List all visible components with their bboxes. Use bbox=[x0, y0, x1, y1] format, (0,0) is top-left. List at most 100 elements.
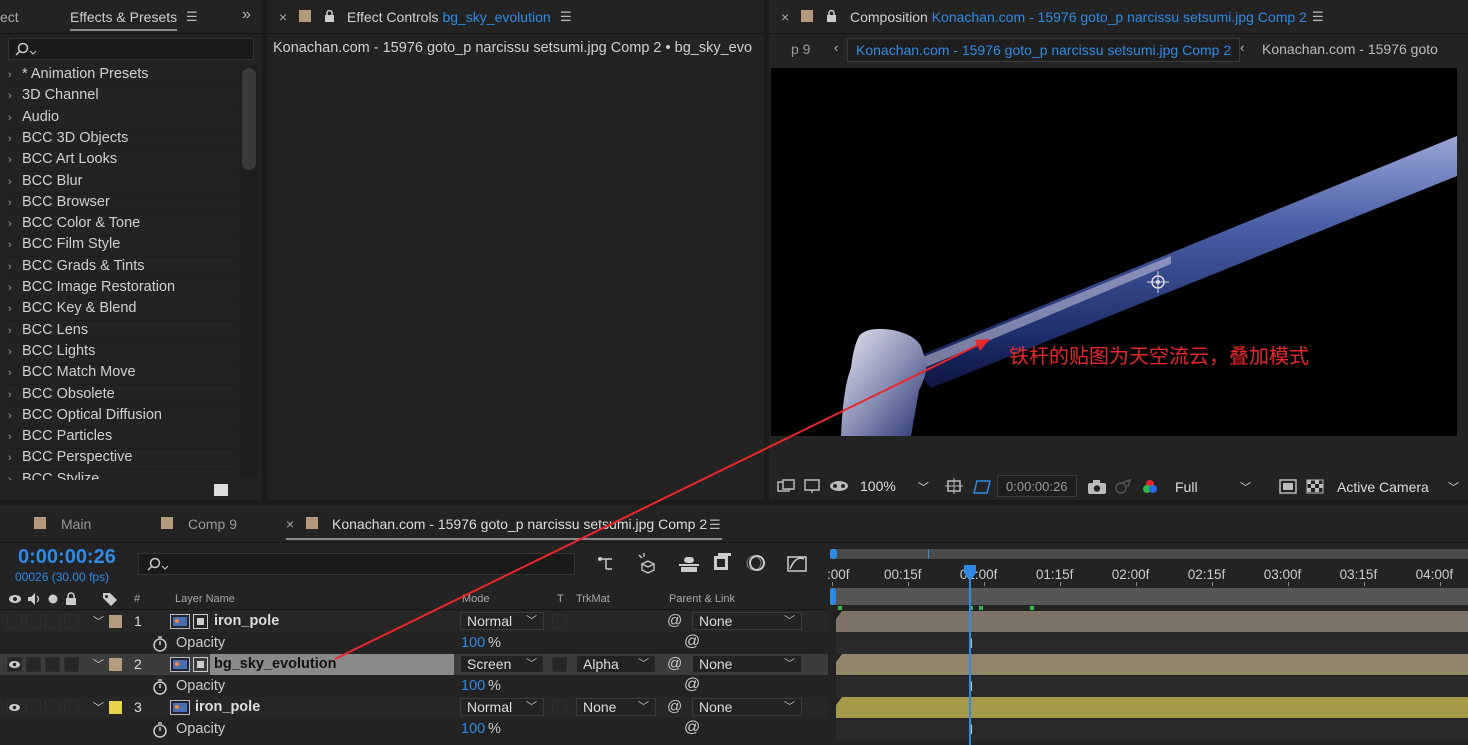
draft-3d-icon[interactable] bbox=[636, 552, 658, 574]
effect-category-item[interactable]: › BCC Browser bbox=[8, 194, 238, 215]
chevron-right-icon[interactable]: › bbox=[8, 90, 22, 102]
effect-category-item[interactable]: › BCC Stylize bbox=[8, 471, 238, 480]
column-mode[interactable]: Mode bbox=[462, 593, 490, 605]
timeline-search-input[interactable] bbox=[138, 553, 575, 575]
tab-comp-2[interactable]: Konachan.com - 15976 goto_p narcissu set… bbox=[332, 516, 707, 532]
effect-category-item[interactable]: › BCC Match Move bbox=[8, 364, 238, 386]
always-preview-icon[interactable] bbox=[777, 479, 795, 494]
chevron-right-icon[interactable]: › bbox=[8, 367, 22, 379]
panel-menu-icon[interactable]: ☰ bbox=[560, 9, 572, 25]
effect-category-item[interactable]: › BCC Grads & Tints bbox=[8, 258, 238, 279]
effect-category-item[interactable]: › BCC Lens bbox=[8, 322, 238, 343]
work-area-start-handle[interactable] bbox=[830, 549, 837, 559]
chevron-right-icon[interactable]: › bbox=[8, 303, 22, 315]
solo-header-icon[interactable] bbox=[47, 593, 59, 605]
effect-category-item[interactable]: › BCC Optical Diffusion bbox=[8, 407, 238, 428]
current-time-display[interactable]: 0:00:00:26 bbox=[997, 475, 1077, 497]
current-time-indicator[interactable] bbox=[964, 565, 977, 745]
composition-flowchart-icon[interactable] bbox=[596, 555, 616, 573]
video-eye-header-icon[interactable] bbox=[8, 594, 22, 604]
effect-category-item[interactable]: › Audio bbox=[8, 109, 238, 130]
camera-view-dropdown[interactable]: Active Camera ﹀ bbox=[1331, 476, 1459, 497]
chevron-right-icon[interactable]: › bbox=[8, 176, 22, 188]
chevron-right-icon[interactable]: › bbox=[8, 218, 22, 230]
chevron-right-icon[interactable]: › bbox=[8, 69, 22, 81]
tab-composition[interactable]: Composition Konachan.com - 15976 goto_p … bbox=[850, 9, 1307, 25]
transparency-grid-icon[interactable] bbox=[1306, 479, 1324, 494]
cache-start-handle[interactable] bbox=[830, 588, 836, 605]
audio-speaker-header-icon[interactable] bbox=[26, 592, 42, 606]
zoom-dropdown[interactable]: 100% ﹀ bbox=[860, 478, 929, 495]
nav-left-arrow-icon[interactable]: ‹ bbox=[834, 40, 838, 55]
effect-category-item[interactable]: › 3D Channel bbox=[8, 87, 238, 109]
frame-blending-icon[interactable] bbox=[711, 553, 733, 573]
tab-comp-9[interactable]: Comp 9 bbox=[188, 516, 237, 532]
tab-effect-controls[interactable]: Effect Controls bg_sky_evolution bbox=[347, 9, 551, 25]
close-tab-icon[interactable]: × bbox=[279, 9, 287, 25]
fast-previews-icon[interactable] bbox=[1279, 479, 1297, 494]
chevron-right-icon[interactable]: › bbox=[8, 431, 22, 443]
show-snapshot-icon[interactable] bbox=[1114, 478, 1132, 495]
effect-category-item[interactable]: › BCC 3D Objects bbox=[8, 130, 238, 151]
effects-scrollbar[interactable] bbox=[240, 66, 258, 478]
nav-prev-comp[interactable]: p 9 bbox=[791, 41, 810, 57]
chevron-right-icon[interactable]: › bbox=[8, 133, 22, 145]
graph-editor-icon[interactable] bbox=[786, 553, 808, 573]
close-tab-icon[interactable]: × bbox=[781, 9, 789, 25]
expand-panels-icon[interactable]: » bbox=[242, 6, 251, 24]
time-ruler[interactable]: :00f 00:15f 01:00f 01:15f 02:00f 02:15f 03:00f… bbox=[827, 562, 1468, 586]
lock-icon[interactable] bbox=[826, 10, 837, 22]
chevron-right-icon[interactable]: › bbox=[8, 197, 22, 209]
snapshot-camera-icon[interactable] bbox=[1087, 479, 1107, 495]
chevron-right-icon[interactable]: › bbox=[8, 112, 22, 124]
work-area-bar[interactable] bbox=[830, 549, 1468, 559]
current-time[interactable]: 0:00:00:26 bbox=[18, 546, 116, 569]
lock-header-icon[interactable] bbox=[65, 592, 77, 606]
mask-visibility-icon[interactable] bbox=[829, 479, 849, 494]
channel-rgb-icon[interactable] bbox=[1141, 478, 1159, 495]
chevron-right-icon[interactable]: › bbox=[8, 325, 22, 337]
nav-flow-arrow-icon[interactable]: ‹ bbox=[1240, 40, 1244, 55]
panel-menu-icon[interactable]: ☰ bbox=[186, 9, 198, 25]
effect-category-item[interactable]: › BCC Color & Tone bbox=[8, 215, 238, 237]
effects-search-input[interactable] bbox=[8, 38, 254, 60]
label-tag-header-icon[interactable] bbox=[102, 592, 118, 607]
resolution-dropdown[interactable]: Full ﹀ bbox=[1167, 476, 1255, 497]
effect-category-item[interactable]: › BCC Obsolete bbox=[8, 386, 238, 407]
panel-menu-icon[interactable]: ☰ bbox=[709, 517, 721, 533]
tab-main[interactable]: Main bbox=[61, 516, 91, 532]
column-layer-name[interactable]: Layer Name bbox=[175, 593, 235, 605]
layer-duration-bar[interactable] bbox=[836, 697, 1468, 718]
column-t[interactable]: T bbox=[557, 593, 564, 605]
grid-guides-icon[interactable] bbox=[945, 478, 963, 495]
column-trkmat[interactable]: TrkMat bbox=[576, 593, 610, 605]
chevron-right-icon[interactable]: › bbox=[8, 410, 22, 422]
chevron-right-icon[interactable]: › bbox=[8, 474, 22, 480]
effect-category-item[interactable]: › * Animation Presets bbox=[8, 66, 238, 87]
new-folder-icon[interactable] bbox=[214, 484, 228, 496]
effect-category-item[interactable]: › BCC Key & Blend bbox=[8, 300, 238, 322]
nav-active-comp[interactable]: Konachan.com - 15976 goto_p narcissu set… bbox=[847, 38, 1241, 62]
effect-category-item[interactable]: › BCC Perspective bbox=[8, 449, 238, 471]
effect-category-item[interactable]: › BCC Art Looks bbox=[8, 151, 238, 173]
effect-category-item[interactable]: › BCC Lights bbox=[8, 343, 238, 364]
chevron-right-icon[interactable]: › bbox=[8, 282, 22, 294]
composition-viewer[interactable]: 铁杆的贴图为天空流云，叠加模式 bbox=[771, 68, 1457, 436]
chevron-right-icon[interactable]: › bbox=[8, 389, 22, 401]
clipped-tab[interactable]: ect bbox=[0, 9, 19, 25]
column-hash[interactable]: # bbox=[134, 593, 140, 605]
shy-layers-icon[interactable] bbox=[678, 555, 700, 573]
scrollbar-thumb[interactable] bbox=[242, 68, 256, 170]
motion-blur-icon[interactable] bbox=[745, 553, 767, 573]
effect-category-item[interactable]: › BCC Blur bbox=[8, 173, 238, 194]
chevron-right-icon[interactable]: › bbox=[8, 346, 22, 358]
column-parent[interactable]: Parent & Link bbox=[669, 593, 735, 605]
effect-category-item[interactable]: › BCC Image Restoration bbox=[8, 279, 238, 300]
layer-duration-bar[interactable] bbox=[836, 611, 1468, 632]
panel-menu-icon[interactable]: ☰ bbox=[1312, 9, 1324, 25]
chevron-right-icon[interactable]: › bbox=[8, 239, 22, 251]
effect-category-item[interactable]: › BCC Particles bbox=[8, 428, 238, 450]
chevron-right-icon[interactable]: › bbox=[8, 154, 22, 166]
monitor-icon[interactable] bbox=[803, 479, 821, 494]
chevron-right-icon[interactable]: › bbox=[8, 452, 22, 464]
